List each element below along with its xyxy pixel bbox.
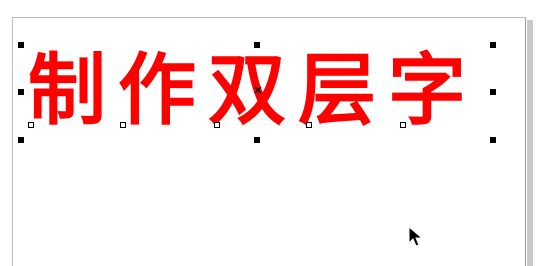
resize-handle-bottom-right[interactable] — [490, 137, 496, 143]
text-node[interactable] — [120, 122, 126, 128]
resize-handle-middle-left[interactable] — [18, 89, 24, 95]
text-node[interactable] — [306, 122, 312, 128]
resize-handle-top-middle[interactable] — [254, 42, 260, 48]
resize-handle-bottom-left[interactable] — [18, 137, 24, 143]
text-node[interactable] — [400, 122, 406, 128]
selection-box[interactable] — [18, 42, 496, 143]
resize-handle-middle-right[interactable] — [490, 89, 496, 95]
x-icon — [254, 86, 262, 94]
text-node[interactable] — [214, 122, 220, 128]
arrow-cursor-icon — [408, 226, 424, 247]
text-node[interactable] — [28, 122, 34, 128]
resize-handle-top-left[interactable] — [18, 42, 24, 48]
page-shadow — [527, 20, 533, 266]
drawing-canvas[interactable]: 制作双层字 — [0, 0, 541, 266]
resize-handle-bottom-middle[interactable] — [254, 137, 260, 143]
resize-handle-top-right[interactable] — [490, 42, 496, 48]
